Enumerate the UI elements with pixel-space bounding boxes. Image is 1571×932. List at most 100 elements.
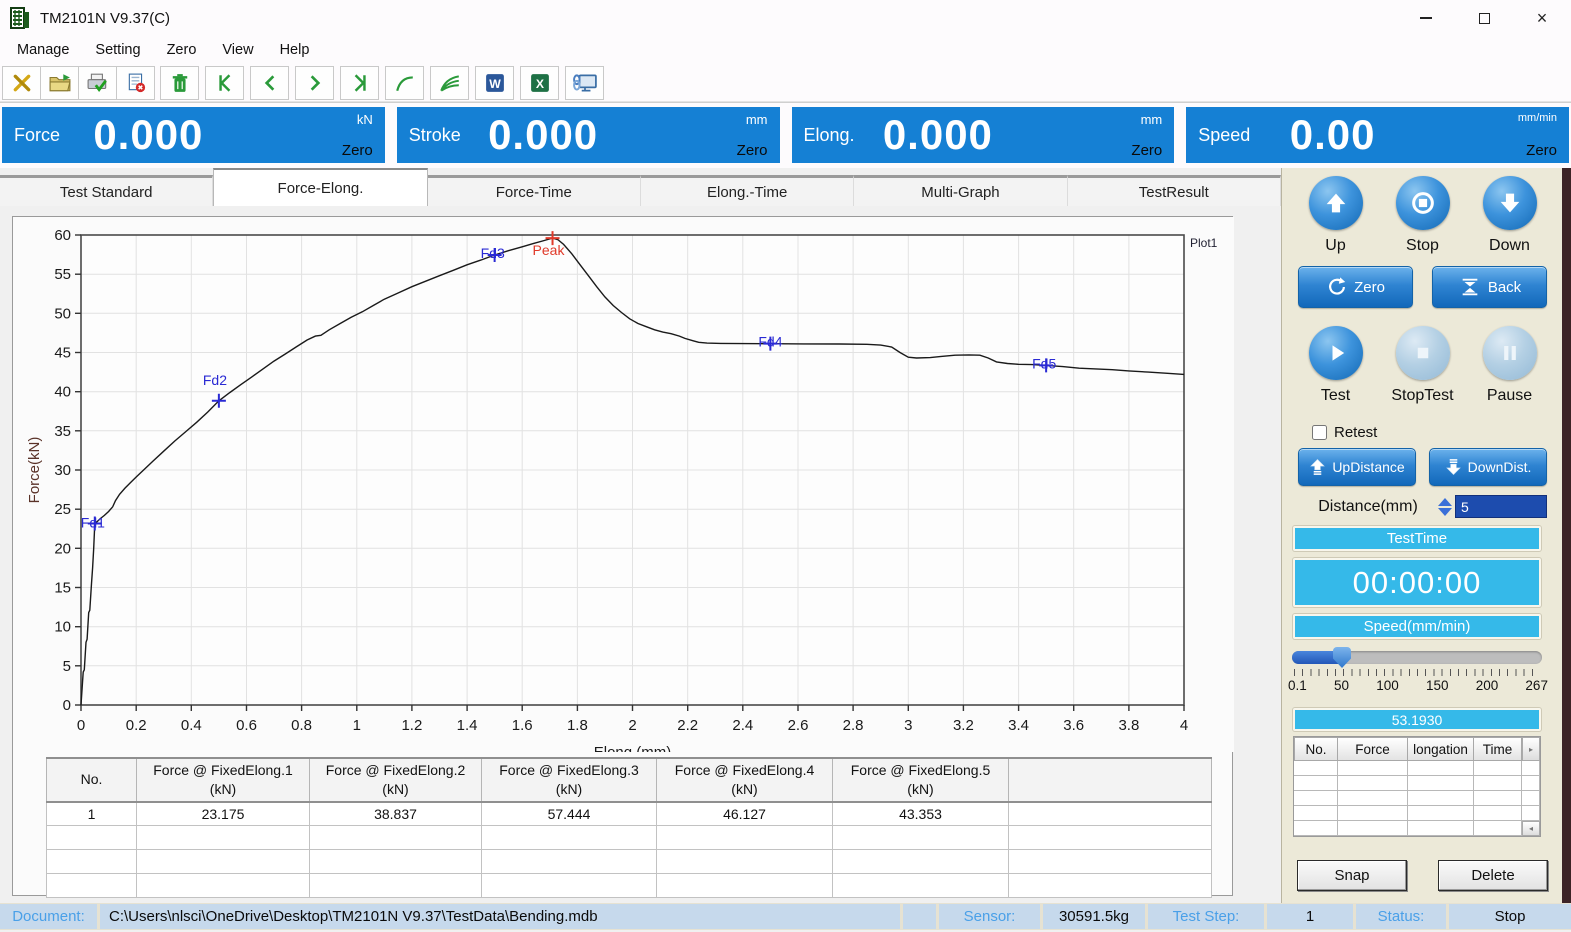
tab-force-elong-[interactable]: Force-Elong. <box>213 168 427 206</box>
speed-scale-label: 200 <box>1476 678 1499 693</box>
retest-checkbox[interactable] <box>1312 425 1327 440</box>
table-row[interactable] <box>47 826 1212 850</box>
chart-panel: 00.20.40.60.811.21.41.61.822.22.42.62.83… <box>12 216 1233 896</box>
table-cell: 57.444 <box>482 802 657 826</box>
pause-button[interactable] <box>1483 326 1537 380</box>
cut-icon[interactable] <box>2 66 41 100</box>
capture-row <box>1294 761 1540 776</box>
word-export-icon[interactable]: W <box>475 66 514 100</box>
tab-test-standard[interactable]: Test Standard <box>0 175 213 206</box>
distance-spinner[interactable] <box>1438 498 1452 516</box>
menu-item-help[interactable]: Help <box>267 39 323 61</box>
down-button[interactable] <box>1483 176 1537 230</box>
capture-header-no.[interactable]: No. <box>1294 737 1338 761</box>
table-cell <box>657 874 833 898</box>
table-cell <box>1009 826 1212 850</box>
table-row[interactable] <box>47 874 1212 898</box>
capture-cell <box>1408 791 1474 806</box>
test-button[interactable] <box>1309 326 1363 380</box>
delete-button[interactable]: Delete <box>1438 860 1548 891</box>
display-zero: Zero <box>1131 142 1162 159</box>
tab-elong-time[interactable]: Elong.-Time <box>641 175 854 206</box>
next-point-icon[interactable] <box>295 66 334 100</box>
svg-text:20: 20 <box>54 540 71 557</box>
speed-slider-ticks <box>1294 669 1540 676</box>
capture-cell <box>1338 791 1408 806</box>
window-title: TM2101N V9.37(C) <box>40 10 170 27</box>
tab-testresult[interactable]: TestResult <box>1068 175 1281 206</box>
svg-text:35: 35 <box>54 423 71 440</box>
screen-capture-icon[interactable] <box>565 66 604 100</box>
svg-text:0.2: 0.2 <box>126 717 147 734</box>
menu-item-zero[interactable]: Zero <box>154 39 210 61</box>
menu-item-manage[interactable]: Manage <box>4 39 82 61</box>
back-icon <box>1458 276 1482 298</box>
menu-item-setting[interactable]: Setting <box>82 39 153 61</box>
close-button[interactable]: × <box>1513 0 1571 36</box>
up-distance-button[interactable]: UpDistance <box>1298 448 1416 486</box>
tab-bar: Test StandardForce-Elong.Force-TimeElong… <box>0 168 1281 206</box>
snap-button[interactable]: Snap <box>1297 860 1407 891</box>
display-unit: kN <box>357 112 373 127</box>
svg-text:60: 60 <box>54 227 71 244</box>
first-point-icon[interactable] <box>205 66 244 100</box>
maximize-button[interactable] <box>1455 0 1513 36</box>
capture-header-force[interactable]: Force <box>1338 737 1408 761</box>
prev-point-icon[interactable] <box>250 66 289 100</box>
last-point-icon[interactable] <box>340 66 379 100</box>
speed-slider[interactable] <box>1292 651 1542 664</box>
capture-row <box>1294 776 1540 791</box>
svg-text:Fd5: Fd5 <box>1032 355 1056 371</box>
capture-header-longation[interactable]: longation <box>1408 737 1474 761</box>
svg-text:5: 5 <box>63 658 71 675</box>
excel-export-icon[interactable]: X <box>520 66 559 100</box>
capture-scroll-up[interactable]: ▸ <box>1522 737 1540 761</box>
capture-header-time[interactable]: Time <box>1474 737 1522 761</box>
open-file-icon[interactable] <box>40 66 79 100</box>
minimize-button[interactable] <box>1397 0 1455 36</box>
delete-curve-icon[interactable] <box>160 66 199 100</box>
document-label: Document: <box>0 904 97 929</box>
table-cell: 46.127 <box>657 802 833 826</box>
save-report-icon[interactable] <box>78 66 117 100</box>
svg-text:3.8: 3.8 <box>1118 717 1139 734</box>
app-window: TM2101N V9.37(C) × ManageSettingZeroView… <box>0 0 1571 932</box>
multi-curve-icon[interactable] <box>430 66 469 100</box>
up-distance-label: UpDistance <box>1332 459 1404 475</box>
table-cell <box>482 850 657 874</box>
tab-multi-graph[interactable]: Multi-Graph <box>854 175 1067 206</box>
speed-slider-thumb[interactable] <box>1333 647 1351 668</box>
zero-button[interactable]: Zero <box>1298 266 1413 308</box>
capture-cell <box>1408 776 1474 791</box>
single-curve-icon[interactable] <box>385 66 424 100</box>
jog-buttons: Up Stop Down <box>1282 176 1563 255</box>
table-row[interactable] <box>47 850 1212 874</box>
svg-text:2.6: 2.6 <box>788 717 809 734</box>
close-report-icon[interactable] <box>116 66 155 100</box>
stop-button[interactable] <box>1396 176 1450 230</box>
retest-label: Retest <box>1334 424 1377 441</box>
svg-text:50: 50 <box>54 305 71 322</box>
up-button[interactable] <box>1309 176 1363 230</box>
up-arrow-icon <box>1322 189 1350 217</box>
capture-cell <box>1338 821 1408 836</box>
distance-input[interactable] <box>1455 495 1547 518</box>
display-stroke: Stroke0.000mmZero <box>397 107 780 163</box>
zero-reset-icon <box>1326 276 1348 298</box>
svg-text:0: 0 <box>77 717 85 734</box>
table-row[interactable]: 123.17538.83757.44446.12743.353 <box>47 802 1212 826</box>
capture-cell <box>1294 806 1338 821</box>
capture-scroll-down[interactable]: ◂ <box>1522 821 1540 836</box>
display-unit: mm <box>1141 112 1163 127</box>
test-step-label: Test Step: <box>1148 904 1264 929</box>
up-distance-icon <box>1309 458 1326 476</box>
tab-force-time[interactable]: Force-Time <box>428 175 641 206</box>
menu-item-view[interactable]: View <box>209 39 266 61</box>
display-value: 0.000 <box>2 111 295 159</box>
down-distance-button[interactable]: DownDist. <box>1429 448 1547 486</box>
back-button[interactable]: Back <box>1432 266 1547 308</box>
speed-scale: 0.150100150200267 <box>1288 678 1548 693</box>
speed-scale-label: 267 <box>1525 678 1548 693</box>
stop-test-button[interactable] <box>1396 326 1450 380</box>
speed-value-display: 53.1930 <box>1293 708 1541 731</box>
